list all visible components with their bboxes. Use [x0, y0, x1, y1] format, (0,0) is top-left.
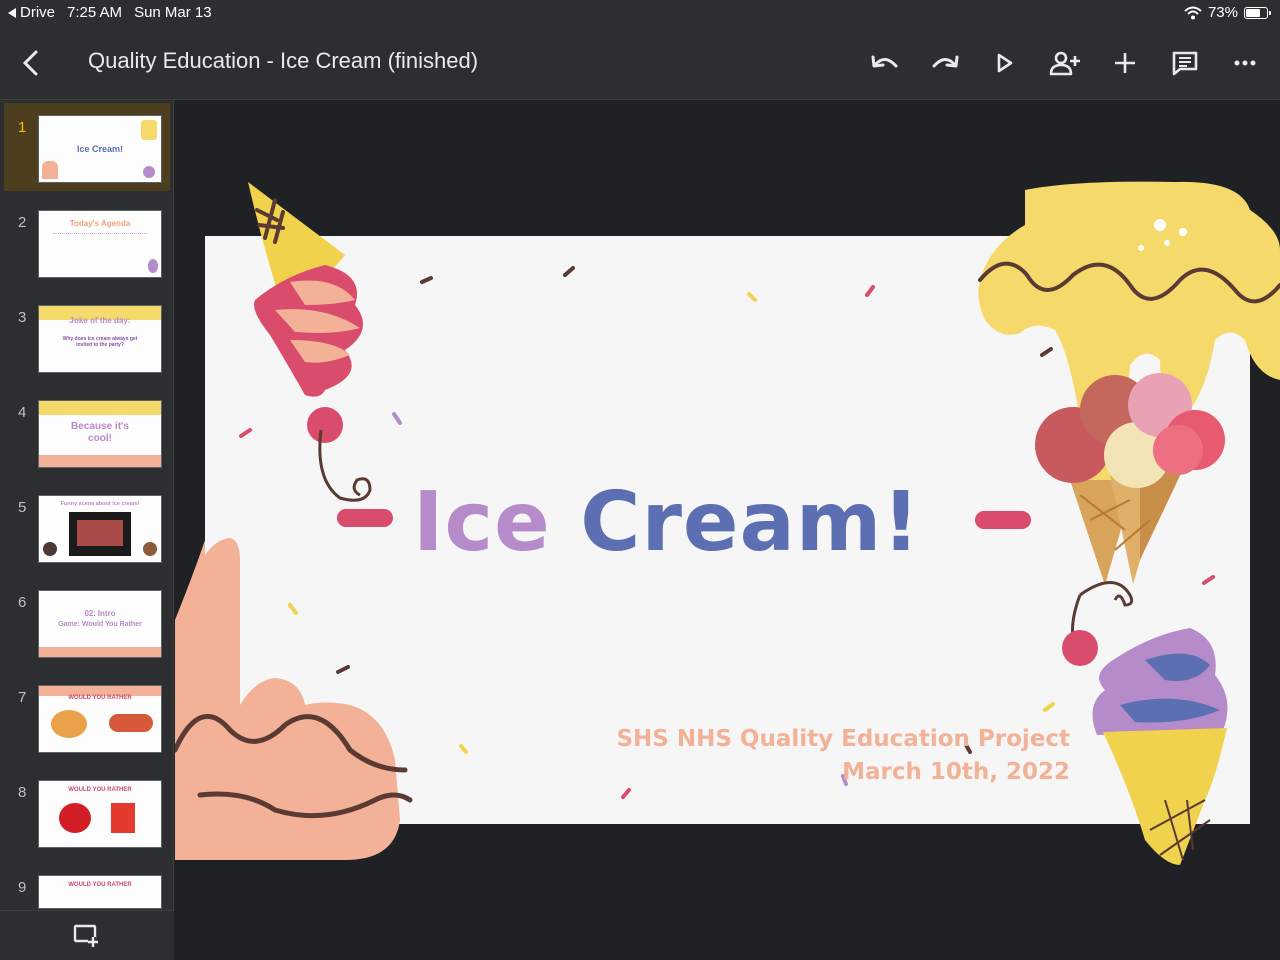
battery-icon [1244, 6, 1271, 19]
comments-button[interactable] [1166, 44, 1204, 82]
share-button[interactable] [1046, 44, 1084, 82]
wifi-icon [1184, 6, 1202, 19]
redo-button[interactable] [926, 44, 964, 82]
back-triangle-icon [8, 7, 16, 18]
back-app-label: Drive [20, 4, 56, 21]
status-date: Sun Mar 13 [134, 4, 212, 21]
slide-preview: 02. Intro Game: Would You Rather [38, 590, 162, 658]
slide-title[interactable]: Ice Cream! [413, 475, 921, 570]
editor-toolbar: Quality Education - Ice Cream (finished) [0, 26, 1280, 100]
slide-number: 4 [18, 404, 27, 421]
slide-subtitle-line-2[interactable]: March 10th, 2022 [842, 759, 1070, 785]
slide-preview-text: Why does ice cream always get invited to… [62, 336, 138, 348]
slide-preview-title: 02. Intro [84, 609, 116, 618]
slide-preview-text: Game: Would You Rather [58, 621, 142, 628]
chevron-left-icon [22, 50, 38, 76]
slide-number: 1 [18, 119, 27, 136]
more-horizontal-icon [1234, 60, 1256, 66]
slide-preview-title: WOULD YOU RATHER [68, 882, 132, 888]
slide-thumbnail-2[interactable]: 2 Today's Agenda [4, 198, 170, 286]
slide-number: 2 [18, 214, 27, 231]
slide-preview: Joke of the day: Why does ice cream alwa… [38, 305, 162, 373]
comment-icon [1172, 51, 1198, 76]
slide-preview: Funny scene about ice cream! [38, 495, 162, 563]
slide-number: 7 [18, 689, 27, 706]
slide-thumbnail-7[interactable]: 7 WOULD YOU RATHER [4, 673, 170, 761]
status-bar: Drive 7:25 AM Sun Mar 13 73% [0, 0, 1280, 26]
battery-percent: 73% [1207, 4, 1238, 21]
document-title[interactable]: Quality Education - Ice Cream (finished) [88, 48, 478, 74]
slide-title-word-2: Cream! [580, 475, 921, 570]
slide-thumbnail-5[interactable]: 5 Funny scene about ice cream! [4, 483, 170, 571]
status-time: 7:25 AM [67, 4, 123, 21]
present-button[interactable] [986, 44, 1024, 82]
slide-preview: WOULD YOU RATHER [38, 685, 162, 753]
slide-preview: Because it's cool! [38, 400, 162, 468]
slide-thumbnail-1[interactable]: 1 Ice Cream! [4, 103, 170, 191]
play-icon [997, 53, 1013, 73]
slide-preview: WOULD YOU RATHER [38, 875, 162, 909]
redo-icon [932, 55, 959, 68]
slide-preview-title: Joke of the day: [69, 316, 131, 325]
slide-canvas[interactable]: Ice Cream! SHS NHS Quality Education Pro… [175, 100, 1280, 960]
slide-preview: Ice Cream! [38, 115, 162, 183]
slide-preview-title: WOULD YOU RATHER [68, 787, 132, 793]
slide-preview: Today's Agenda [38, 210, 162, 278]
slide-number: 5 [18, 499, 27, 516]
back-button[interactable] [14, 46, 48, 80]
new-slide-button[interactable] [0, 910, 174, 960]
undo-button[interactable] [866, 44, 904, 82]
add-person-icon [1049, 51, 1080, 76]
back-to-app-link[interactable]: Drive [8, 4, 55, 21]
slide-subtitle-line-1[interactable]: SHS NHS Quality Education Project [616, 726, 1070, 752]
slide-number: 6 [18, 594, 27, 611]
slide-title-word-1: Ice [413, 475, 551, 570]
slide-preview-title: Today's Agenda [69, 219, 131, 228]
slide-preview-title: Funny scene about ice cream! [60, 501, 140, 507]
add-slide-icon [73, 924, 98, 947]
slide-preview: WOULD YOU RATHER [38, 780, 162, 848]
slide-thumbnail-4[interactable]: 4 Because it's cool! [4, 388, 170, 476]
slide-number: 8 [18, 784, 27, 801]
insert-button[interactable] [1106, 44, 1144, 82]
slide-filmstrip: 1 Ice Cream! 2 Today's Agenda 3 Joke of … [0, 100, 174, 960]
slide-preview-title: Ice Cream! [76, 144, 124, 154]
undo-icon [871, 55, 898, 68]
slide-number: 3 [18, 309, 27, 326]
slide-thumbnail-3[interactable]: 3 Joke of the day: Why does ice cream al… [4, 293, 170, 381]
slide-preview-title: Because it's cool! [71, 421, 129, 444]
slide-number: 9 [18, 879, 27, 896]
slide-thumbnail-8[interactable]: 8 WOULD YOU RATHER [4, 768, 170, 856]
slide-preview-title: WOULD YOU RATHER [68, 695, 132, 701]
slide-thumbnail-6[interactable]: 6 02. Intro Game: Would You Rather [4, 578, 170, 666]
plus-icon [1115, 53, 1135, 73]
more-options-button[interactable] [1226, 44, 1264, 82]
